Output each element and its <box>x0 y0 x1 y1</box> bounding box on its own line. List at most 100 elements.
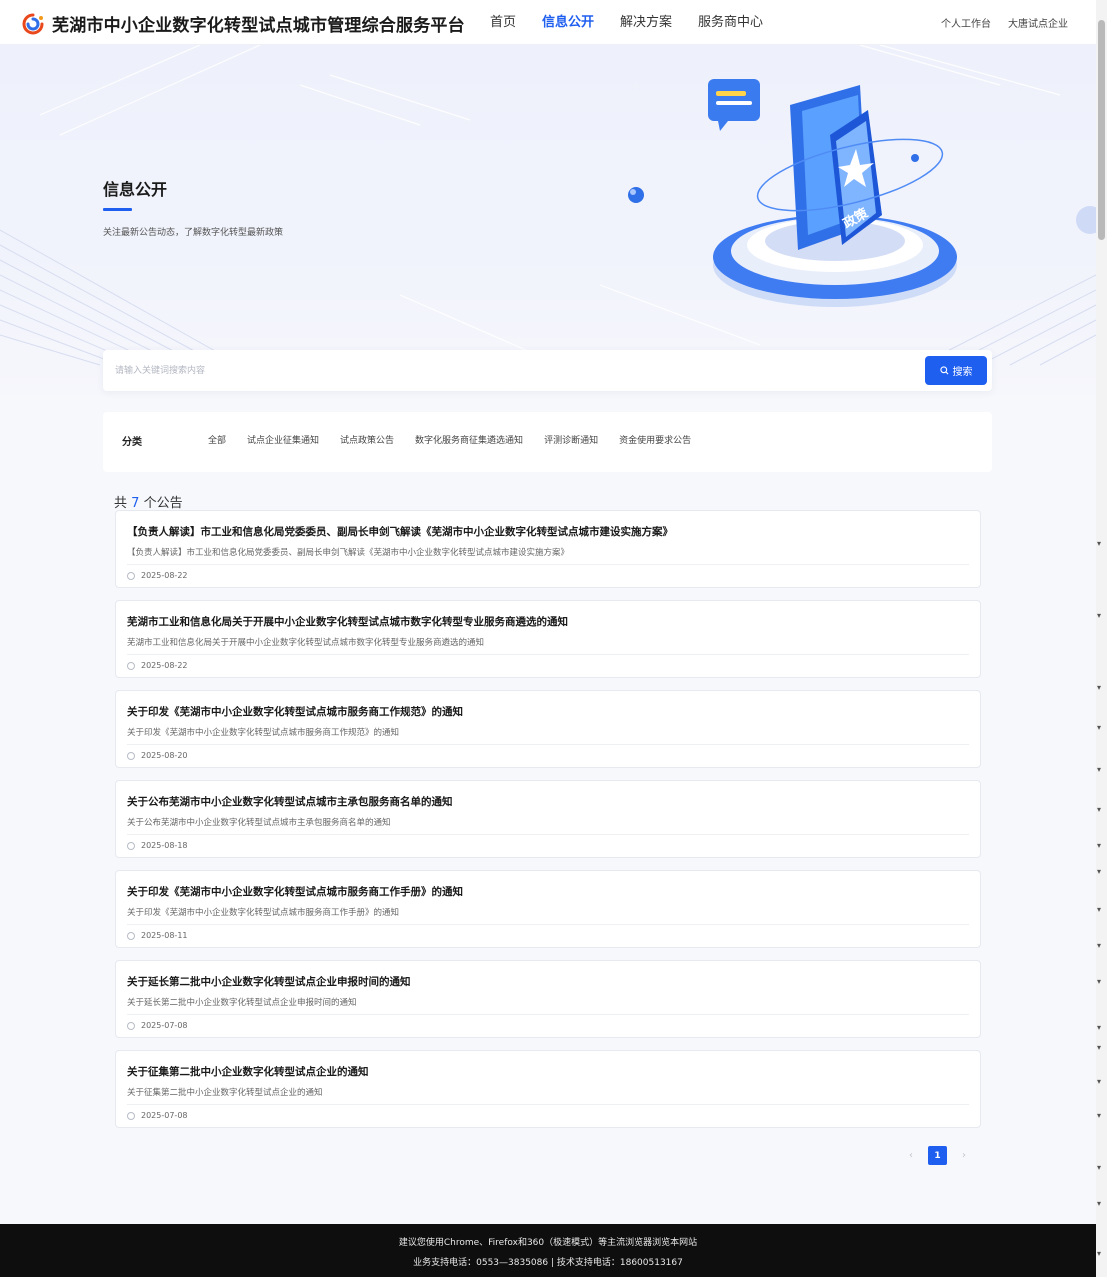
scroll-marker-icon: ▾ <box>1097 905 1102 914</box>
notice-summary: 关于征集第二批中小企业数字化转型试点企业的通知 <box>127 1088 323 1098</box>
company-account-link[interactable]: 大唐试点企业 <box>1008 15 1068 30</box>
hero-title: 信息公开 <box>103 180 168 199</box>
notice-date: 2025-08-18 <box>141 841 188 850</box>
scroll-marker-icon: ▾ <box>1097 1199 1102 1208</box>
notice-item[interactable]: 关于延长第二批中小企业数字化转型试点企业申报时间的通知 关于延长第二批中小企业数… <box>115 960 981 1038</box>
notice-date: 2025-07-08 <box>141 1021 188 1030</box>
notice-date-row: 2025-08-22 <box>127 661 188 670</box>
notice-divider <box>127 654 969 655</box>
category-all[interactable]: 全部 <box>208 433 226 446</box>
category-evaluation-diagnosis[interactable]: 评测诊断通知 <box>544 433 598 446</box>
search-input[interactable] <box>115 358 905 383</box>
scrollbar-thumb[interactable] <box>1098 20 1105 240</box>
scroll-marker-icon: ▾ <box>1097 1023 1102 1032</box>
support-phones: 业务支持电话：0553—3835086 | 技术支持电话：18600513167 <box>413 1258 683 1268</box>
clock-icon <box>127 1021 135 1030</box>
category-filter: 分类 全部 试点企业征集通知 试点政策公告 数字化服务商征集遴选通知 评测诊断通… <box>103 412 992 472</box>
nav-provider-center[interactable]: 服务商中心 <box>698 0 763 45</box>
nav-info-disclosure[interactable]: 信息公开 <box>542 0 594 45</box>
notice-divider <box>127 1104 969 1105</box>
notice-item[interactable]: 关于印发《芜湖市中小企业数字化转型试点城市服务商工作手册》的通知 关于印发《芜湖… <box>115 870 981 948</box>
main-nav: 首页 信息公开 解决方案 服务商中心 <box>490 0 789 45</box>
scroll-marker-icon: ▾ <box>1097 977 1102 986</box>
clock-icon <box>127 841 135 850</box>
notice-date: 2025-08-22 <box>141 571 188 580</box>
hero-banner: 信息公开 关注最新公告动态，了解数字化转型最新政策 政策 <box>0 45 1096 395</box>
clock-icon <box>127 661 135 670</box>
notice-title: 关于印发《芜湖市中小企业数字化转型试点城市服务商工作手册》的通知 <box>127 886 463 898</box>
category-label: 分类 <box>122 437 142 448</box>
hero-subtitle: 关注最新公告动态，了解数字化转型最新政策 <box>103 228 284 238</box>
clock-icon <box>127 571 135 580</box>
scroll-marker-icon: ▾ <box>1097 539 1102 548</box>
search-bar: 搜索 <box>103 350 992 391</box>
prev-page-button[interactable]: ‹ <box>902 1147 920 1165</box>
notice-title: 关于印发《芜湖市中小企业数字化转型试点城市服务商工作规范》的通知 <box>127 706 463 718</box>
personal-workbench-link[interactable]: 个人工作台 <box>941 15 991 30</box>
scroll-marker-icon: ▾ <box>1097 1163 1102 1172</box>
search-button-label: 搜索 <box>952 367 973 378</box>
scroll-marker-icon: ▾ <box>1097 1249 1102 1258</box>
category-fund-usage[interactable]: 资金使用要求公告 <box>619 433 691 446</box>
scroll-marker-icon: ▾ <box>1097 941 1102 950</box>
scroll-marker-icon: ▾ <box>1097 867 1102 876</box>
category-provider-selection[interactable]: 数字化服务商征集遴选通知 <box>415 433 523 446</box>
notice-date: 2025-08-20 <box>141 751 188 760</box>
page-scrollbar[interactable]: ▾ ▾ ▾ ▾ ▾ ▾ ▾ ▾ ▾ ▾ ▾ ▾ ▾ ▾ ▾ ▾ ▾ ▾ <box>1096 0 1107 1277</box>
notice-summary: 关于公布芜湖市中小企业数字化转型试点城市主承包服务商名单的通知 <box>127 818 391 828</box>
brand[interactable]: 芜湖市中小企业数字化转型试点城市管理综合服务平台 <box>20 11 465 36</box>
next-page-button[interactable]: › <box>955 1147 973 1165</box>
notice-divider <box>127 744 969 745</box>
notice-summary: 关于延长第二批中小企业数字化转型试点企业申报时间的通知 <box>127 998 357 1008</box>
notice-date: 2025-07-08 <box>141 1111 188 1120</box>
category-list: 全部 试点企业征集通知 试点政策公告 数字化服务商征集遴选通知 评测诊断通知 资… <box>208 433 712 446</box>
notice-list: 【负责人解读】市工业和信息化局党委委员、副局长申剑飞解读《芜湖市中小企业数字化转… <box>115 510 981 1140</box>
notice-date-row: 2025-08-18 <box>127 841 188 850</box>
top-navbar: 芜湖市中小企业数字化转型试点城市管理综合服务平台 首页 信息公开 解决方案 服务… <box>0 0 1096 45</box>
pagination: ‹ 1 › <box>902 1146 973 1165</box>
notice-date-row: 2025-07-08 <box>127 1111 188 1120</box>
scroll-marker-icon: ▾ <box>1097 611 1102 620</box>
scroll-marker-icon: ▾ <box>1097 723 1102 732</box>
notice-summary: 【负责人解读】市工业和信息化局党委委员、副局长申剑飞解读《芜湖市中小企业数字化转… <box>127 548 570 558</box>
notice-date-row: 2025-08-20 <box>127 751 188 760</box>
nav-solutions[interactable]: 解决方案 <box>620 0 672 45</box>
notice-title: 关于延长第二批中小企业数字化转型试点企业申报时间的通知 <box>127 976 411 988</box>
notice-count: 共 7 个公告 <box>114 492 183 511</box>
clock-icon <box>127 1111 135 1120</box>
notice-title: 关于征集第二批中小企业数字化转型试点企业的通知 <box>127 1066 369 1078</box>
policy-book-illustration: 政策 <box>708 79 957 307</box>
platform-logo-icon <box>22 13 44 34</box>
count-prefix: 共 <box>114 496 128 511</box>
nav-home[interactable]: 首页 <box>490 0 516 45</box>
notice-title: 【负责人解读】市工业和信息化局党委委员、副局长申剑飞解读《芜湖市中小企业数字化转… <box>127 526 673 538</box>
page-number-current[interactable]: 1 <box>928 1146 947 1165</box>
notice-date-row: 2025-07-08 <box>127 1021 188 1030</box>
notice-title: 关于公布芜湖市中小企业数字化转型试点城市主承包服务商名单的通知 <box>127 796 453 808</box>
notice-summary: 关于印发《芜湖市中小企业数字化转型试点城市服务商工作规范》的通知 <box>127 728 400 738</box>
notice-item[interactable]: 关于印发《芜湖市中小企业数字化转型试点城市服务商工作规范》的通知 关于印发《芜湖… <box>115 690 981 768</box>
notice-divider <box>127 924 969 925</box>
notice-divider <box>127 1014 969 1015</box>
notice-item[interactable]: 【负责人解读】市工业和信息化局党委委员、副局长申剑飞解读《芜湖市中小企业数字化转… <box>115 510 981 588</box>
notice-divider <box>127 564 969 565</box>
scroll-marker-icon: ▾ <box>1097 841 1102 850</box>
search-button[interactable]: 搜索 <box>925 356 987 385</box>
notice-date-row: 2025-08-11 <box>127 931 188 940</box>
count-suffix: 个公告 <box>143 496 183 511</box>
notice-date-row: 2025-08-22 <box>127 571 188 580</box>
notice-summary: 关于印发《芜湖市中小企业数字化转型试点城市服务商工作手册》的通知 <box>127 908 400 918</box>
scroll-marker-icon: ▾ <box>1097 683 1102 692</box>
notice-item[interactable]: 芜湖市工业和信息化局关于开展中小企业数字化转型试点城市数字化转型专业服务商遴选的… <box>115 600 981 678</box>
notice-divider <box>127 834 969 835</box>
scroll-marker-icon: ▾ <box>1097 1043 1102 1052</box>
scroll-marker-icon: ▾ <box>1097 1111 1102 1120</box>
user-links: 个人工作台 大唐试点企业 <box>924 0 1068 45</box>
category-pilot-enterprise-call[interactable]: 试点企业征集通知 <box>247 433 319 446</box>
category-pilot-policy[interactable]: 试点政策公告 <box>340 433 394 446</box>
scroll-marker-icon: ▾ <box>1097 805 1102 814</box>
clock-icon <box>127 751 135 760</box>
notice-item[interactable]: 关于公布芜湖市中小企业数字化转型试点城市主承包服务商名单的通知 关于公布芜湖市中… <box>115 780 981 858</box>
notice-summary: 芜湖市工业和信息化局关于开展中小企业数字化转型试点城市数字化转型专业服务商遴选的… <box>127 638 485 648</box>
notice-item[interactable]: 关于征集第二批中小企业数字化转型试点企业的通知 关于征集第二批中小企业数字化转型… <box>115 1050 981 1128</box>
